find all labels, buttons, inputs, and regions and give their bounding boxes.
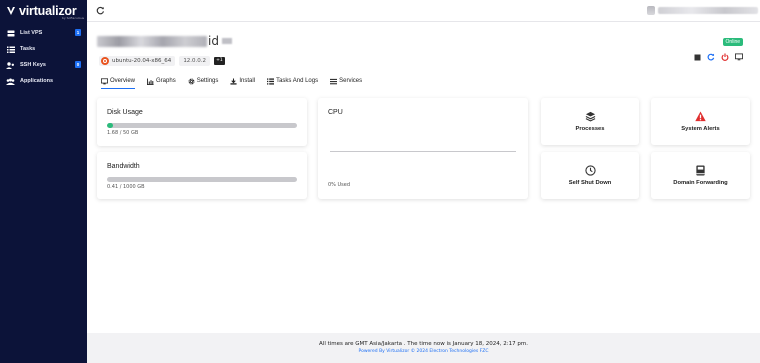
sidebar-item-label: Tasks xyxy=(20,46,36,52)
tab-label: Graphs xyxy=(156,78,176,84)
tab-settings[interactable]: Settings xyxy=(188,74,219,88)
disk-usage-text: 1.68 / 50 GB xyxy=(107,130,139,136)
bandwidth-bar xyxy=(107,177,297,182)
tab-label: Services xyxy=(339,78,363,84)
sidebar-item-ssh-keys[interactable]: SSH Keys 0 xyxy=(0,57,87,73)
warning-icon xyxy=(695,111,706,122)
refresh-icon[interactable] xyxy=(96,6,105,15)
os-name: ubuntu-20.04-x86_64 xyxy=(112,57,172,64)
restart-icon xyxy=(707,53,715,61)
clock-icon xyxy=(584,165,596,176)
cpu-title: CPU xyxy=(328,109,343,116)
user-menu[interactable] xyxy=(658,7,758,14)
footer-powered-by-link[interactable]: Powered By Virtualizor © 2024 Electron T… xyxy=(87,349,760,354)
top-header xyxy=(87,0,760,22)
tab-label: Tasks And Logs xyxy=(276,78,319,84)
status-badge: Online xyxy=(722,38,743,46)
tab-bar: Overview Graphs Settings Install Tasks A… xyxy=(101,74,362,89)
extra-ips-button[interactable]: +1 xyxy=(214,56,225,65)
vps-count-badge: 1 xyxy=(75,29,81,36)
sidebar-item-label: List VPS xyxy=(20,30,43,36)
sidebar-item-label: SSH Keys xyxy=(20,62,46,68)
vps-title: id xyxy=(97,34,232,48)
cpu-used-text: 0% Used xyxy=(328,182,351,188)
power-icon xyxy=(721,53,729,61)
tab-graphs[interactable]: Graphs xyxy=(147,74,176,88)
vps-info-row: ubuntu-20.04-x86_64 12.0.0.2 +1 xyxy=(99,55,225,66)
sidebar-item-applications[interactable]: Applications xyxy=(0,73,87,89)
stop-icon xyxy=(694,54,700,60)
sidebar-item-tasks[interactable]: Tasks xyxy=(0,41,87,57)
ip-address: 12.0.0.2 xyxy=(179,55,211,66)
self-shut-down-tile[interactable]: Self Shut Down xyxy=(541,152,639,199)
cpu-usage-line xyxy=(330,151,516,152)
system-alerts-label: System Alerts xyxy=(681,126,720,132)
tab-overview[interactable]: Overview xyxy=(101,74,136,89)
chart-icon xyxy=(147,77,154,85)
footer: All times are GMT Asia/Jakarta . The tim… xyxy=(87,333,760,363)
sidebar-nav: List VPS 1 Tasks SSH Keys 0 Applications xyxy=(0,25,87,89)
tab-label: Overview xyxy=(110,78,136,84)
download-icon xyxy=(230,77,237,85)
vps-hostname-redacted xyxy=(97,35,207,47)
domain-forwarding-label: Domain Forwarding xyxy=(673,180,728,186)
power-off-button[interactable] xyxy=(721,53,729,61)
ssh-keys-count-badge: 0 xyxy=(75,61,81,68)
bandwidth-text: 0.41 / 1000 GB xyxy=(107,184,145,190)
virtualizor-logo-icon xyxy=(7,7,15,15)
users-key-icon xyxy=(6,61,15,69)
redacted-mark xyxy=(221,38,232,44)
disk-usage-bar-fill xyxy=(107,123,114,128)
cpu-card: CPU 0% Used xyxy=(318,98,528,199)
sidebar-item-list-vps[interactable]: List VPS 1 xyxy=(0,25,87,41)
sidebar-item-label: Applications xyxy=(20,78,54,84)
server-icon xyxy=(6,29,15,37)
tab-services[interactable]: Services xyxy=(330,74,362,88)
sidebar: virtualizor by Softaculous List VPS 1 Ta… xyxy=(0,0,87,363)
ubuntu-icon xyxy=(101,56,109,65)
disk-usage-title: Disk Usage xyxy=(107,109,143,116)
domain-forwarding-tile[interactable]: Domain Forwarding xyxy=(651,152,750,199)
bandwidth-card: Bandwidth 0.41 / 1000 GB xyxy=(97,152,307,199)
tab-label: Install xyxy=(239,78,256,84)
tasks-icon xyxy=(6,45,15,53)
os-chip: ubuntu-20.04-x86_64 xyxy=(99,55,176,66)
console-button[interactable] xyxy=(735,53,743,61)
tab-tasks-and-logs[interactable]: Tasks And Logs xyxy=(267,74,318,88)
avatar[interactable] xyxy=(647,6,655,15)
vps-actions xyxy=(693,53,743,61)
disk-usage-card: Disk Usage 1.68 / 50 GB xyxy=(97,98,307,146)
monitor-icon xyxy=(735,53,743,61)
vps-title-suffix: id xyxy=(208,34,219,48)
tab-label: Settings xyxy=(196,78,219,84)
monitor-icon xyxy=(101,77,108,84)
brand-tagline: by Softaculous xyxy=(62,16,85,20)
footer-time-text: All times are GMT Asia/Jakarta . The tim… xyxy=(319,341,528,347)
gear-icon xyxy=(188,78,195,84)
system-alerts-tile[interactable]: System Alerts xyxy=(651,98,750,145)
menu-icon xyxy=(330,78,338,84)
bandwidth-title: Bandwidth xyxy=(107,163,140,170)
disk-usage-bar xyxy=(107,123,297,128)
book-icon xyxy=(696,165,705,176)
layers-icon xyxy=(585,111,595,122)
self-shut-down-label: Self Shut Down xyxy=(568,180,612,186)
tab-install[interactable]: Install xyxy=(230,74,255,88)
processes-tile[interactable]: Processes xyxy=(541,98,639,145)
list-icon xyxy=(267,77,275,85)
processes-label: Processes xyxy=(575,126,605,132)
stop-button[interactable] xyxy=(693,53,701,61)
restart-button[interactable] xyxy=(707,53,715,61)
apps-icon xyxy=(6,77,15,85)
